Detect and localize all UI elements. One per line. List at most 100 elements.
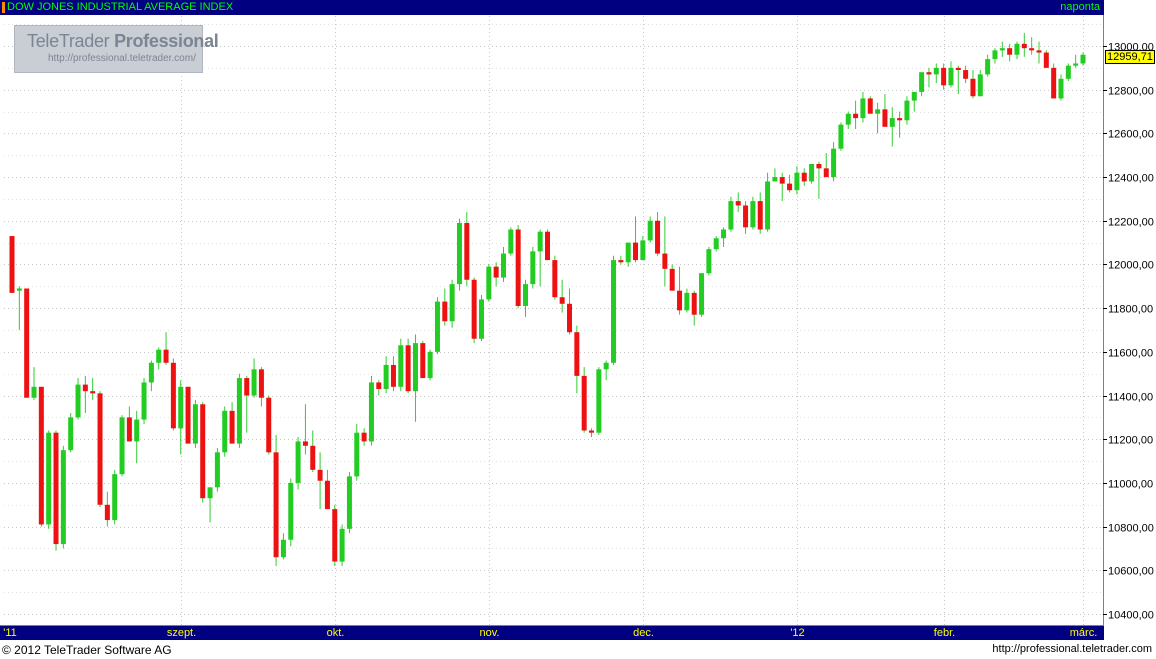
candle: [911, 91, 917, 112]
candle-body: [970, 78, 976, 97]
candle-body: [596, 369, 602, 433]
candle: [38, 386, 44, 527]
candle: [985, 54, 991, 77]
candle: [1021, 32, 1027, 57]
y-tick-label: 12600,00: [1108, 129, 1154, 141]
candle: [963, 65, 969, 84]
candle-body: [170, 362, 176, 429]
candle-body: [985, 59, 991, 75]
candle-body: [398, 345, 404, 387]
candle: [809, 163, 815, 184]
candle: [772, 168, 778, 182]
candle-body: [1014, 43, 1020, 55]
candle: [765, 172, 771, 232]
candle-body: [68, 417, 74, 451]
candle: [889, 107, 895, 147]
x-tick-label: dec.: [633, 627, 654, 639]
candle-body: [735, 201, 741, 206]
candle-body: [471, 279, 477, 339]
candle: [398, 338, 404, 392]
candle-body: [214, 452, 220, 488]
candle-body: [926, 72, 932, 75]
candle-body: [706, 249, 712, 274]
y-tick-label: 10400,00: [1108, 610, 1154, 622]
candle: [126, 406, 132, 442]
candle: [185, 386, 191, 444]
candle: [728, 196, 734, 232]
candle-body: [875, 109, 881, 114]
candle: [493, 262, 499, 287]
candle-body: [589, 430, 595, 433]
candle: [1065, 63, 1071, 81]
candle: [1036, 41, 1042, 64]
candle-body: [266, 397, 272, 453]
candle: [860, 91, 866, 123]
candle: [522, 279, 528, 317]
x-tick-label: '11: [3, 627, 17, 639]
candle-body: [486, 266, 492, 300]
candle: [515, 225, 521, 309]
candle-body: [904, 100, 910, 121]
candle-body: [633, 242, 639, 261]
candle: [1029, 37, 1035, 55]
y-tick-label: 10800,00: [1108, 523, 1154, 535]
candle: [1073, 54, 1079, 68]
candle-body: [346, 476, 352, 529]
candle: [970, 70, 976, 99]
candle-body: [200, 404, 206, 499]
candle-body: [933, 67, 939, 75]
x-tick-label: nov.: [479, 627, 500, 639]
candle-body: [955, 67, 961, 71]
candle-body: [787, 183, 793, 191]
candle-body: [1029, 48, 1035, 51]
candle: [97, 391, 103, 507]
candle: [603, 360, 609, 381]
candle: [236, 373, 242, 448]
candle: [1051, 63, 1057, 99]
candle: [295, 437, 301, 490]
candle: [618, 255, 624, 265]
candle: [251, 358, 257, 398]
candle-body: [178, 386, 184, 429]
candle: [310, 430, 316, 472]
candle-body: [992, 50, 998, 60]
candle-body: [794, 172, 800, 191]
candle: [90, 378, 96, 400]
candle-body: [185, 386, 191, 444]
candle: [955, 65, 961, 95]
last-price-label: 12959,71: [1105, 50, 1155, 64]
candle: [244, 375, 250, 433]
candle-body: [1065, 65, 1071, 79]
candle: [926, 67, 932, 88]
x-tick-label: márc.: [1069, 627, 1098, 639]
candle: [24, 288, 30, 398]
candle: [82, 375, 88, 414]
candle: [361, 428, 367, 446]
candle-body: [750, 201, 756, 228]
candle: [324, 469, 330, 510]
candle-body: [919, 72, 925, 92]
candle: [31, 367, 37, 400]
candlestick-chart[interactable]: 10400,00 10600,00 10800,00 11000,00 11200,00…: [0, 0, 1156, 640]
candle-body: [449, 284, 455, 322]
candle: [992, 48, 998, 64]
candle: [500, 246, 506, 282]
candle-body: [655, 220, 661, 254]
candle-body: [222, 410, 228, 453]
candle: [640, 236, 646, 261]
candle-body: [126, 417, 132, 442]
candle: [170, 358, 176, 431]
candle-body: [148, 362, 154, 383]
candle-body: [530, 251, 536, 285]
candle-body: [500, 253, 506, 278]
y-tick-label: 11600,00: [1108, 348, 1153, 360]
candle-body: [1043, 52, 1049, 68]
candle-body: [662, 253, 668, 269]
candle-body: [816, 163, 822, 169]
candle: [647, 216, 653, 243]
y-tick-label: 11000,00: [1108, 479, 1153, 491]
candle-body: [1080, 54, 1086, 64]
candle-body: [801, 172, 807, 182]
candle-body: [831, 148, 837, 178]
candle: [633, 216, 639, 263]
